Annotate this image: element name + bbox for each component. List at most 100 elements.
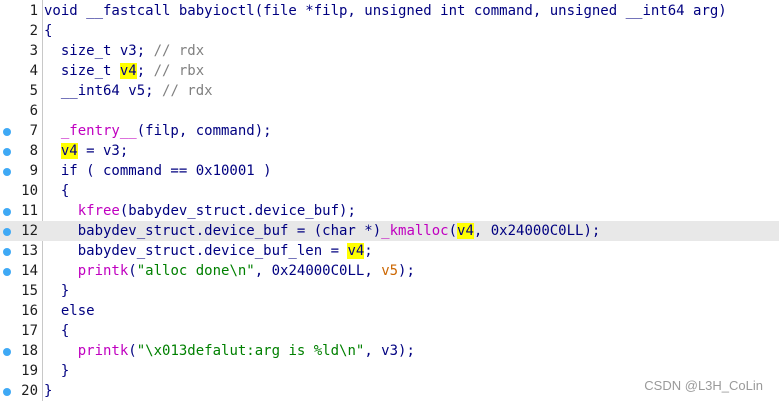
line-gutter[interactable]: 5 — [0, 81, 44, 101]
line-gutter[interactable]: 20 — [0, 381, 44, 401]
breakpoint-marker-icon[interactable] — [3, 148, 11, 156]
code-line[interactable]: 12 babydev_struct.device_buf = (char *)_… — [0, 221, 779, 241]
code-token: ); — [398, 263, 415, 279]
code-token: _fentry__ — [60, 123, 137, 139]
code-text[interactable]: babydev_struct.device_buf = (char *)_kma… — [44, 222, 600, 240]
code-editor[interactable]: 1 void __fastcall babyioctl(file *filp, u… — [0, 0, 779, 401]
highlighted-token: v4 — [60, 143, 78, 159]
code-line[interactable]: 7 _fentry__(filp, command); — [0, 121, 779, 141]
code-line[interactable]: 2{ — [0, 21, 779, 41]
line-gutter[interactable]: 12 — [0, 221, 44, 241]
line-gutter[interactable]: 17 — [0, 321, 44, 341]
code-line[interactable]: 1 void __fastcall babyioctl(file *filp, u… — [0, 1, 779, 21]
code-text[interactable]: } — [44, 362, 69, 380]
line-gutter[interactable]: 13 — [0, 241, 44, 261]
watermark: CSDN @L3H_CoLin — [644, 378, 763, 393]
line-number: 10 — [21, 183, 38, 199]
line-gutter[interactable]: 3 — [0, 41, 44, 61]
code-line[interactable]: 17 { — [0, 321, 779, 341]
breakpoint-marker-icon[interactable] — [3, 228, 11, 236]
line-gutter[interactable]: 18 — [0, 341, 44, 361]
line-gutter[interactable]: 10 — [0, 181, 44, 201]
code-text[interactable]: { — [44, 322, 69, 340]
code-token: (filp, command); — [136, 123, 272, 139]
line-gutter[interactable]: 4 — [0, 61, 44, 81]
breakpoint-marker-icon[interactable] — [3, 208, 11, 216]
code-text[interactable]: _fentry__(filp, command); — [44, 122, 272, 140]
code-line[interactable]: 4 size_t v4; // rbx — [0, 61, 779, 81]
code-line[interactable]: 18 printk("\x013defalut:arg is %ld\n", v… — [0, 341, 779, 361]
code-line[interactable]: 16 else — [0, 301, 779, 321]
highlighted-token: v4 — [347, 243, 365, 259]
code-text[interactable]: } — [44, 282, 69, 300]
code-token: ; — [364, 243, 373, 259]
line-gutter[interactable]: 14 — [0, 261, 44, 281]
line-gutter[interactable]: 7 — [0, 121, 44, 141]
code-text[interactable]: __int64 v5; // rdx — [44, 82, 213, 100]
line-gutter[interactable]: 16 — [0, 301, 44, 321]
code-line[interactable]: 15 } — [0, 281, 779, 301]
line-gutter[interactable]: 11 — [0, 201, 44, 221]
code-text[interactable]: } — [44, 382, 52, 400]
code-line[interactable]: 6 — [0, 101, 779, 121]
code-token: babydev_struct.device_buf_len = — [44, 243, 348, 259]
code-line[interactable]: 8 v4 = v3; — [0, 141, 779, 161]
code-text[interactable]: v4 = v3; — [44, 142, 128, 160]
code-line[interactable]: 13 babydev_struct.device_buf_len = v4; — [0, 241, 779, 261]
code-text[interactable]: printk("alloc done\n", 0x24000C0LL, v5); — [44, 262, 415, 280]
breakpoint-marker-icon[interactable] — [3, 248, 11, 256]
code-line[interactable]: 14 printk("alloc done\n", 0x24000C0LL, v… — [0, 261, 779, 281]
line-number: 5 — [29, 83, 38, 99]
breakpoint-marker-icon[interactable] — [3, 128, 11, 136]
code-token: "\x013defalut:arg is %ld\n" — [136, 343, 365, 359]
code-line[interactable]: 11 kfree(babydev_struct.device_buf); — [0, 201, 779, 221]
breakpoint-marker-icon[interactable] — [3, 348, 11, 356]
line-number: 19 — [21, 363, 38, 379]
code-text[interactable]: kfree(babydev_struct.device_buf); — [44, 202, 356, 220]
code-token: (babydev_struct.device_buf); — [119, 203, 356, 219]
code-token: , 0x24000C0LL); — [473, 223, 601, 239]
line-number: 12 — [21, 223, 38, 239]
code-token: // rdx — [162, 83, 213, 99]
line-gutter[interactable]: 15 — [0, 281, 44, 301]
line-gutter[interactable]: 6 — [0, 101, 44, 121]
code-token: ; — [136, 63, 154, 79]
line-gutter[interactable]: 2 — [0, 21, 44, 41]
code-text[interactable]: printk("\x013defalut:arg is %ld\n", v3); — [44, 342, 415, 360]
code-token: kfree — [77, 203, 120, 219]
code-line[interactable]: 3 size_t v3; // rdx — [0, 41, 779, 61]
code-token: ( — [128, 343, 137, 359]
code-line[interactable]: 9 if ( command == 0x10001 ) — [0, 161, 779, 181]
code-token: { — [44, 23, 53, 39]
line-gutter[interactable]: 19 — [0, 361, 44, 381]
code-token: // rbx — [153, 63, 205, 79]
breakpoint-marker-icon[interactable] — [3, 268, 11, 276]
code-token: "alloc done\n" — [136, 263, 255, 279]
code-token: } — [44, 283, 70, 299]
code-text[interactable]: size_t v4; // rbx — [44, 62, 204, 80]
code-text[interactable]: void __fastcall babyioctl(file *filp, un… — [44, 2, 727, 20]
highlighted-token: v4 — [457, 223, 474, 239]
code-token: = v3; — [77, 143, 129, 159]
line-number: 16 — [21, 303, 38, 319]
code-text[interactable]: babydev_struct.device_buf_len = v4; — [44, 242, 373, 260]
line-gutter[interactable]: 9 — [0, 161, 44, 181]
code-token: size_t — [44, 63, 120, 79]
breakpoint-marker-icon[interactable] — [3, 168, 11, 176]
line-number: 4 — [29, 63, 38, 79]
code-text[interactable]: { — [44, 22, 52, 40]
code-text[interactable]: else — [44, 302, 95, 320]
code-line[interactable]: 10 { — [0, 181, 779, 201]
code-text[interactable]: size_t v3; // rdx — [44, 42, 204, 60]
code-line[interactable]: 5 __int64 v5; // rdx — [0, 81, 779, 101]
line-gutter[interactable]: 8 — [0, 141, 44, 161]
line-gutter[interactable]: 1 — [0, 1, 44, 21]
code-token: ( — [448, 223, 458, 239]
code-token: printk — [77, 263, 129, 279]
code-text[interactable]: { — [44, 182, 69, 200]
code-token: } — [44, 363, 70, 379]
breakpoint-marker-icon[interactable] — [3, 388, 11, 396]
code-text[interactable]: if ( command == 0x10001 ) — [44, 162, 272, 180]
